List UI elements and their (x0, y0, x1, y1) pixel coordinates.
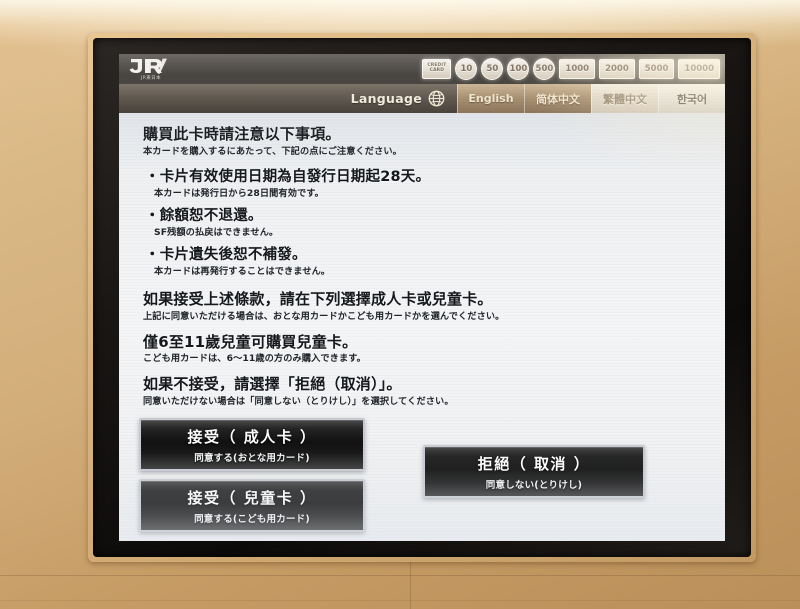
language-tab-2[interactable]: 繁體中文 (591, 84, 658, 113)
jr-logo-mark (129, 58, 167, 74)
notice-text-block: 購買此卡時請注意以下事項。 本カードを購入するにあたって、下記の点にご注意くださ… (119, 123, 725, 408)
denomination-credit-card: CREDIT CARD (422, 59, 452, 79)
accept-adult-card-button[interactable]: 接受（ 成人卡 ） 同意する(おとな用カード) (139, 418, 365, 472)
language-label: Language (350, 91, 422, 106)
denomination-1000: 1000 (559, 59, 596, 79)
notice-item: ・卡片有效使用日期為自發行日期起28天。本カードは発行日から28日間有効です。 (143, 168, 725, 200)
notice-item-ja: 本カードは発行日から28日間有効です。 (154, 187, 324, 199)
decline-label-zh: 拒絕（ 取消 ） (477, 454, 591, 473)
denomination-card-word: CARD (429, 68, 445, 73)
accept-child-card-button[interactable]: 接受（ 兒童卡 ） 同意する(こども用カード) (139, 479, 365, 533)
notice-title: 購買此卡時請注意以下事項。 本カードを購入するにあたって、下記の点にご注意くださ… (143, 125, 725, 158)
accept-child-card-label-zh: 接受（ 兒童卡 ） (187, 488, 317, 507)
jr-logo: JR東日本 (129, 57, 189, 82)
denomination-10000: 10000 (678, 59, 720, 79)
notice-item-zh: ・餘額恕不退還。 (145, 207, 263, 224)
body-seam-horizontal-2 (0, 600, 800, 601)
ticket-vending-machine: JR東日本 CREDIT CARD 10 50 100 500 1000 2000 5000 10… (0, 0, 800, 609)
notice-item-ja: 本カードは再発行することはできません。 (154, 265, 331, 277)
notice-list: ・卡片有效使用日期為自發行日期起28天。 本カードは発行日から28日間有効です。・… (143, 168, 725, 278)
language-tab-0[interactable]: English (457, 84, 524, 113)
denomination-50: 50 (481, 58, 504, 80)
notice-title-zh: 購買此卡時請注意以下事項。 (143, 125, 341, 143)
notice-item: ・卡片遺失後恕不補發。本カードは再発行することはできません。 (143, 246, 725, 278)
accept-adult-card-label-ja: 同意する(おとな用カード) (194, 452, 310, 464)
denomination-10: 10 (455, 58, 478, 80)
denomination-indicator-group: CREDIT CARD 10 50 100 500 1000 2000 5000 10000 (422, 57, 720, 81)
globe-icon (428, 90, 445, 107)
body-seam-horizontal (0, 575, 800, 576)
notice-item-zh: ・卡片遺失後恕不補發。 (145, 246, 307, 263)
instruction-item: 僅6至11歲兒童可購買兒童卡。こども用カードは、6～11歳の方のみ購入できます。 (143, 333, 725, 366)
action-button-group: 接受（ 成人卡 ） 同意する(おとな用カード) 接受（ 兒童卡 ） 同意する(こ… (119, 418, 725, 541)
jr-logo-sublabel: JR東日本 (141, 76, 161, 81)
instruction-item-zh: 僅6至11歲兒童可購買兒童卡。 (143, 332, 358, 351)
screen-content: 購買此卡時請注意以下事項。 本カードを購入するにあたって、下記の点にご注意くださ… (119, 113, 725, 541)
language-tab-3[interactable]: 한국어 (658, 84, 725, 113)
language-tab-1[interactable]: 简体中文 (524, 84, 591, 113)
instruction-item: 如果不接受，請選擇「拒絕（取消）」。同意いただけない場合は「同意しない（とりけし… (143, 375, 725, 408)
denomination-2000: 2000 (599, 59, 635, 79)
notice-title-ja: 本カードを購入するにあたって、下記の点にご注意ください。 (143, 145, 402, 157)
instruction-list: 如果接受上述條款，請在下列選擇成人卡或兒童卡。上記に同意いただける場合は、おとな… (143, 290, 725, 408)
language-tab-group[interactable]: English 简体中文 繁體中文 한국어 (457, 84, 725, 113)
notice-item-zh: ・卡片有效使用日期為自發行日期起28天。 (145, 168, 431, 185)
denomination-100: 100 (507, 58, 530, 80)
denomination-500: 500 (533, 58, 556, 80)
decline-button[interactable]: 拒絕（ 取消 ） 同意しない(とりけし) (423, 445, 645, 499)
screen-header-bar: JR東日本 CREDIT CARD 10 50 100 500 1000 2000 5000 10… (119, 54, 725, 84)
instruction-item: 如果接受上述條款，請在下列選擇成人卡或兒童卡。上記に同意いただける場合は、おとな… (143, 290, 725, 323)
language-label-group: Language (119, 84, 457, 113)
language-bar: Language English 简体中文 繁體中文 한국어 (119, 84, 725, 113)
screen-bezel: JR東日本 CREDIT CARD 10 50 100 500 1000 2000 5000 10… (93, 38, 751, 557)
touchscreen[interactable]: JR東日本 CREDIT CARD 10 50 100 500 1000 2000 5000 10… (119, 54, 725, 541)
denomination-5000: 5000 (638, 59, 675, 79)
screen-bezel-frame: JR東日本 CREDIT CARD 10 50 100 500 1000 2000 5000 10… (88, 33, 756, 562)
instruction-item-ja: 上記に同意いただける場合は、おとな用カードかこども用カードかを選んでください。 (143, 310, 505, 322)
instruction-item-zh: 如果接受上述條款，請在下列選擇成人卡或兒童卡。 (143, 289, 493, 308)
body-seam-vertical (410, 562, 411, 609)
instruction-item-ja: 同意いただけない場合は「同意しない（とりけし）」を選択してください。 (143, 396, 454, 408)
instruction-item-ja: こども用カードは、6～11歳の方のみ購入できます。 (143, 353, 366, 365)
notice-item: ・餘額恕不退還。 SF残額の払戻はできません。 (143, 207, 725, 239)
accept-adult-card-label-zh: 接受（ 成人卡 ） (187, 427, 317, 446)
instruction-item-zh: 如果不接受，請選擇「拒絕（取消）」。 (143, 375, 402, 394)
accept-child-card-label-ja: 同意する(こども用カード) (194, 513, 310, 525)
notice-item-ja: SF残額の払戻はできません。 (154, 226, 279, 238)
decline-label-ja: 同意しない(とりけし) (485, 479, 583, 491)
